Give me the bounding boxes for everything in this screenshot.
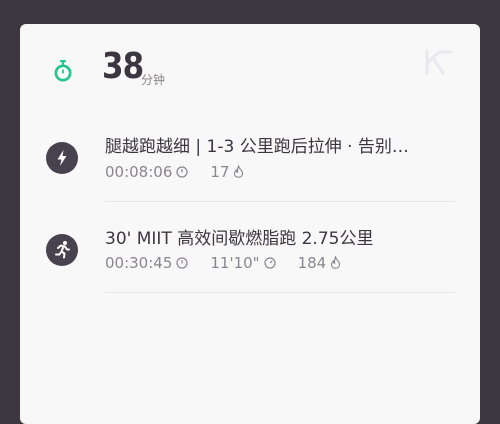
clock-icon xyxy=(176,256,188,269)
clock-icon xyxy=(176,165,188,178)
workout-summary-card: 38 分钟 腿越跑越细 | 1-3 公里跑后拉伸 · 告别… 00:08:06 1… xyxy=(20,24,480,424)
duration-stat: 00:08:06 xyxy=(105,163,188,181)
total-duration-value: 38 xyxy=(102,46,144,87)
stopwatch-icon xyxy=(53,60,73,82)
pace-gauge-icon xyxy=(263,256,276,269)
duration-value: 00:08:06 xyxy=(105,162,173,181)
calories-value: 184 xyxy=(297,253,327,272)
workout-stats: 00:08:06 17 xyxy=(105,162,266,181)
workout-stats: 00:30:45 11'10" 184 xyxy=(105,253,363,272)
lightning-icon xyxy=(46,142,78,174)
duration-value: 00:30:45 xyxy=(105,253,173,272)
row-divider xyxy=(105,201,455,202)
duration-stat: 00:30:45 xyxy=(105,254,188,272)
row-divider xyxy=(105,292,455,293)
workout-title: 30' MIIT 高效间歇燃脂跑 2.75公里 xyxy=(105,229,374,249)
pace-value: 11'10" xyxy=(210,253,260,272)
workout-title: 腿越跑越细 | 1-3 公里跑后拉伸 · 告别… xyxy=(105,137,409,157)
calories-stat: 184 xyxy=(298,254,342,272)
runner-icon xyxy=(46,234,78,266)
flame-icon xyxy=(234,163,244,178)
calories-stat: 17 xyxy=(210,163,244,181)
total-duration-unit: 分钟 xyxy=(141,73,166,87)
calories-value: 17 xyxy=(210,162,230,181)
pace-stat: 11'10" xyxy=(210,253,276,272)
keep-logo-icon xyxy=(423,49,453,75)
flame-icon xyxy=(331,254,341,269)
